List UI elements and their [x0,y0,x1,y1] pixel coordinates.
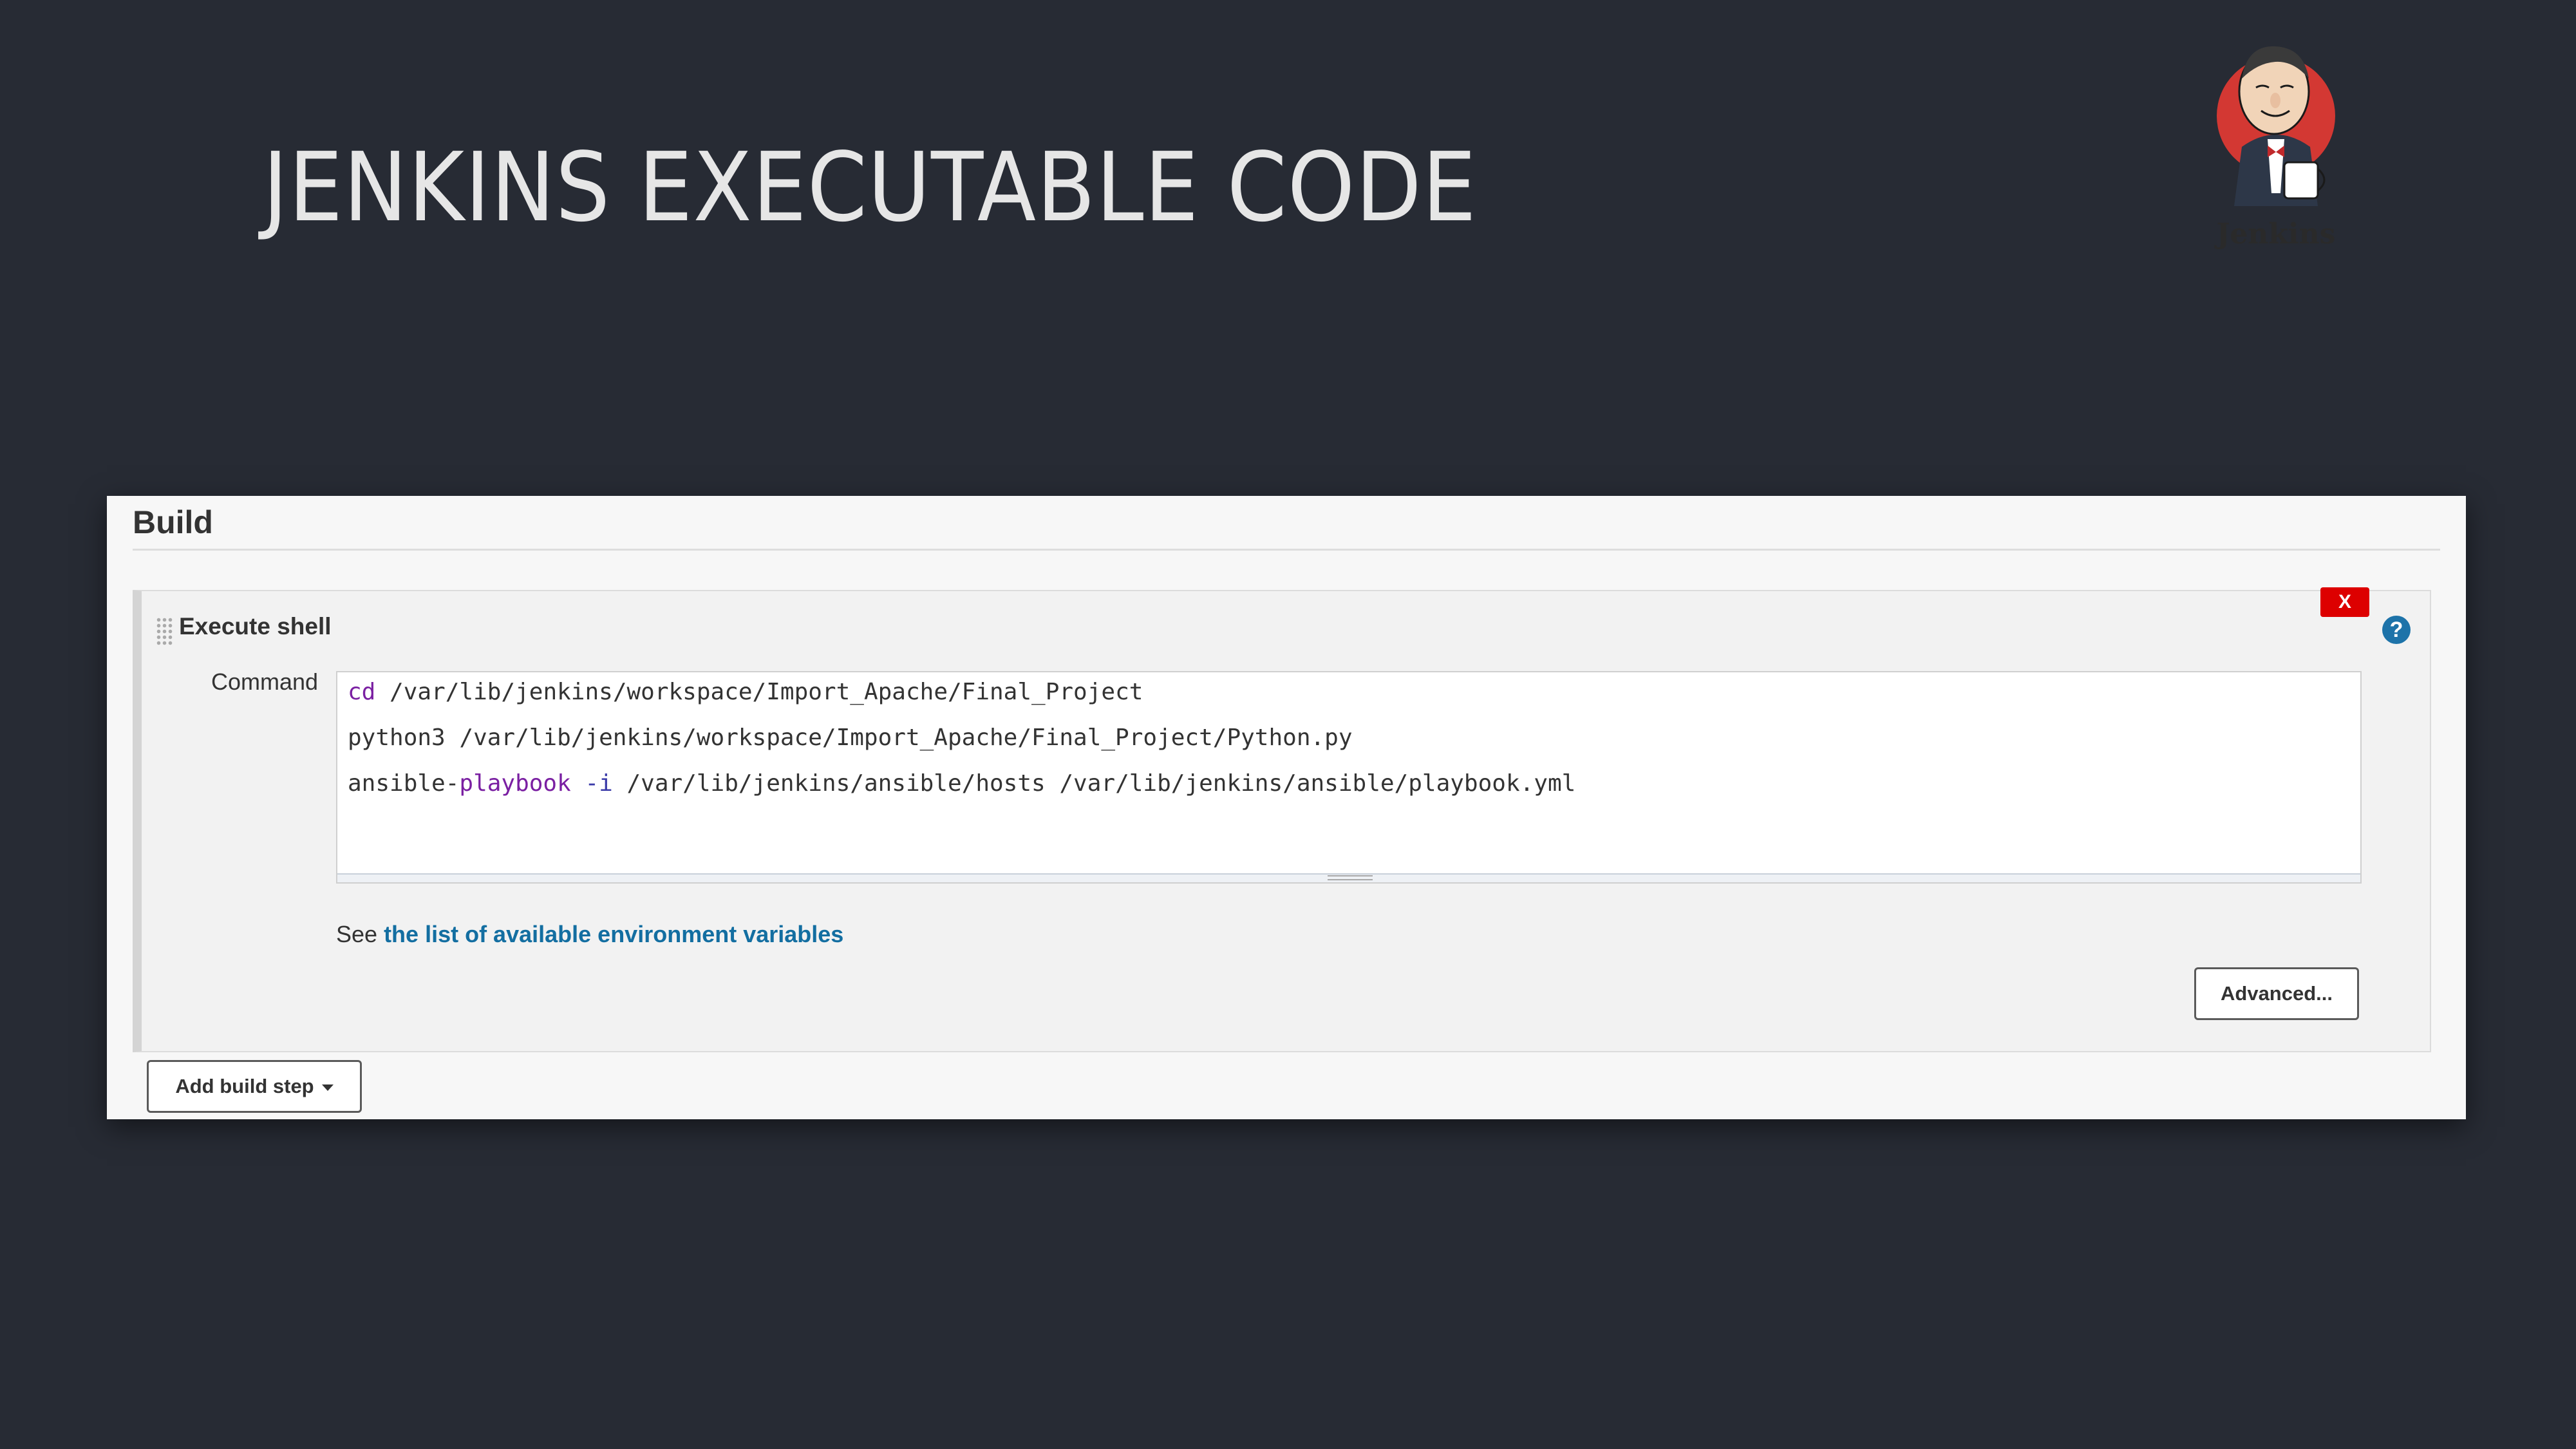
slide-title: JENKINS EXECUTABLE CODE [263,132,1477,243]
command-textarea[interactable]: cd /var/lib/jenkins/workspace/Import_Apa… [336,671,2362,884]
code-line-3: ansible-playbook -i /var/lib/jenkins/ans… [348,770,1575,797]
code-text: python3 /var/lib/jenkins/workspace/Impor… [348,724,1353,751]
section-divider [133,549,2440,551]
code-keyword: cd [348,679,376,705]
slide: JENKINS EXECUTABLE CODE Jenkins Build Ex… [0,0,2576,1449]
help-icon[interactable]: ? [2382,616,2411,644]
code-keyword: playbook [459,770,571,797]
textarea-resize-handle[interactable] [337,873,2360,882]
env-vars-hint: See the list of available environment va… [336,921,843,948]
jenkins-logo: Jenkins [2208,26,2344,251]
advanced-button[interactable]: Advanced... [2194,967,2359,1020]
build-panel: Build Execute shell X ? Command cd /var/… [107,496,2466,1119]
env-vars-prefix: See [336,921,384,947]
code-option: -i [570,770,613,797]
execute-shell-step: Execute shell X ? Command cd /var/lib/je… [133,587,2431,1052]
logo-wordmark: Jenkins [2216,218,2336,251]
step-title: Execute shell [179,613,332,639]
delete-step-button[interactable]: X [2320,587,2369,617]
caret-down-icon [321,1084,334,1091]
section-title-build: Build [133,504,213,540]
drag-handle-icon[interactable] [156,617,174,647]
code-line-2: python3 /var/lib/jenkins/workspace/Impor… [348,724,1353,751]
code-text: /var/lib/jenkins/workspace/Import_Apache… [375,679,1143,705]
jenkins-butler-icon [2217,46,2335,206]
resize-grip-icon [1328,875,1373,880]
add-build-step-button[interactable]: Add build step [147,1060,362,1113]
code-text: /var/lib/jenkins/ansible/hosts /var/lib/… [612,770,1576,797]
env-vars-link[interactable]: the list of available environment variab… [384,921,843,947]
add-build-step-label: Add build step [175,1075,314,1097]
code-text: ansible- [348,770,460,797]
command-label: Command [211,668,319,695]
code-line-1: cd /var/lib/jenkins/workspace/Import_Apa… [348,679,1143,705]
